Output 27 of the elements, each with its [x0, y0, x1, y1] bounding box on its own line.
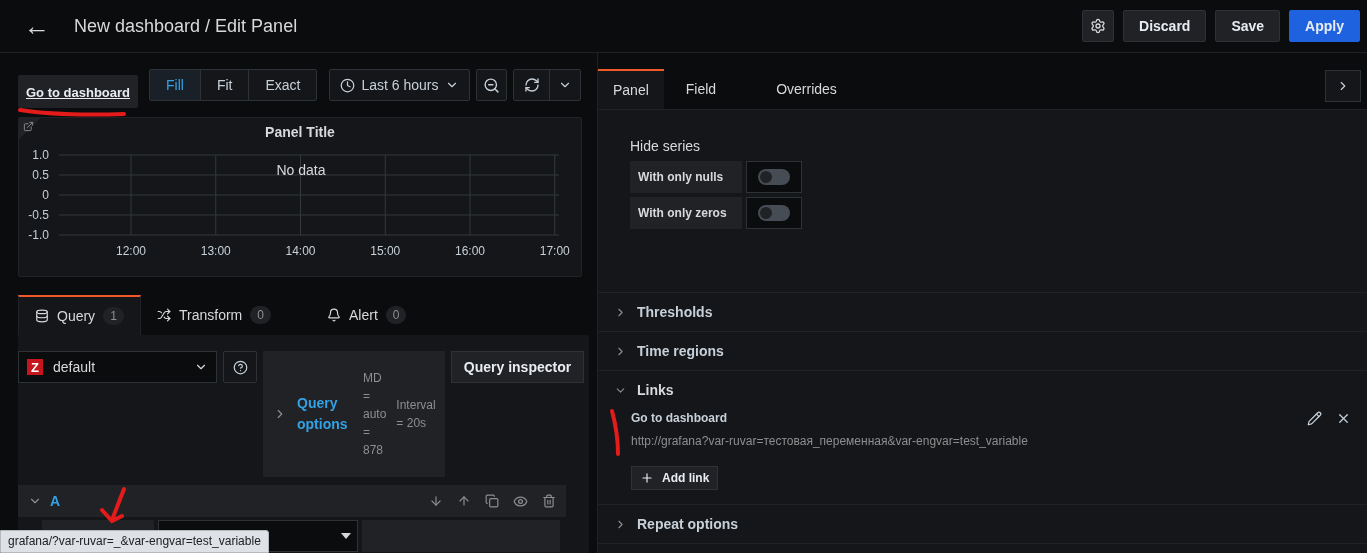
count-badge: 0	[250, 306, 271, 324]
no-data-text: No data	[276, 162, 326, 178]
switch-label: With only nulls	[630, 161, 742, 193]
x-tick-label: 12:00	[116, 244, 147, 258]
x-tick-label: 15:00	[370, 244, 401, 258]
link-url: http://grafana?var-ruvar=тестовая_переменная&var-engvar=test_variable	[631, 434, 1029, 448]
y-tick-label: -1.0	[28, 228, 49, 242]
switch-label: With only zeros	[630, 197, 742, 229]
x-tick-label: 16:00	[455, 244, 486, 258]
interval-text: Interval = 20s	[396, 397, 436, 432]
x-tick-label: 13:00	[200, 244, 231, 258]
y-tick-label: -0.5	[28, 208, 49, 222]
page-title: New dashboard / Edit Panel	[74, 15, 299, 37]
status-url-tooltip: grafana/?var-ruvar=_&var-engvar=test_variable	[0, 530, 269, 553]
link-title: Go to dashboard	[631, 411, 728, 425]
x-tick-label: 14:00	[285, 244, 316, 258]
max-data-points-text: MD = auto = 878	[363, 370, 387, 459]
y-tick-label: 0	[42, 188, 49, 202]
count-badge: 1	[103, 307, 124, 325]
x-tick-label: 17:00	[539, 244, 570, 258]
datasource-logo: Z	[27, 359, 43, 375]
y-tick-label: 0.5	[32, 168, 49, 182]
query-ref-label: A	[50, 493, 62, 509]
section-label: Hide series	[630, 138, 702, 154]
count-badge: 0	[385, 306, 407, 324]
y-tick-label: 1.0	[32, 148, 49, 162]
panel-title: Panel Title	[265, 124, 335, 140]
